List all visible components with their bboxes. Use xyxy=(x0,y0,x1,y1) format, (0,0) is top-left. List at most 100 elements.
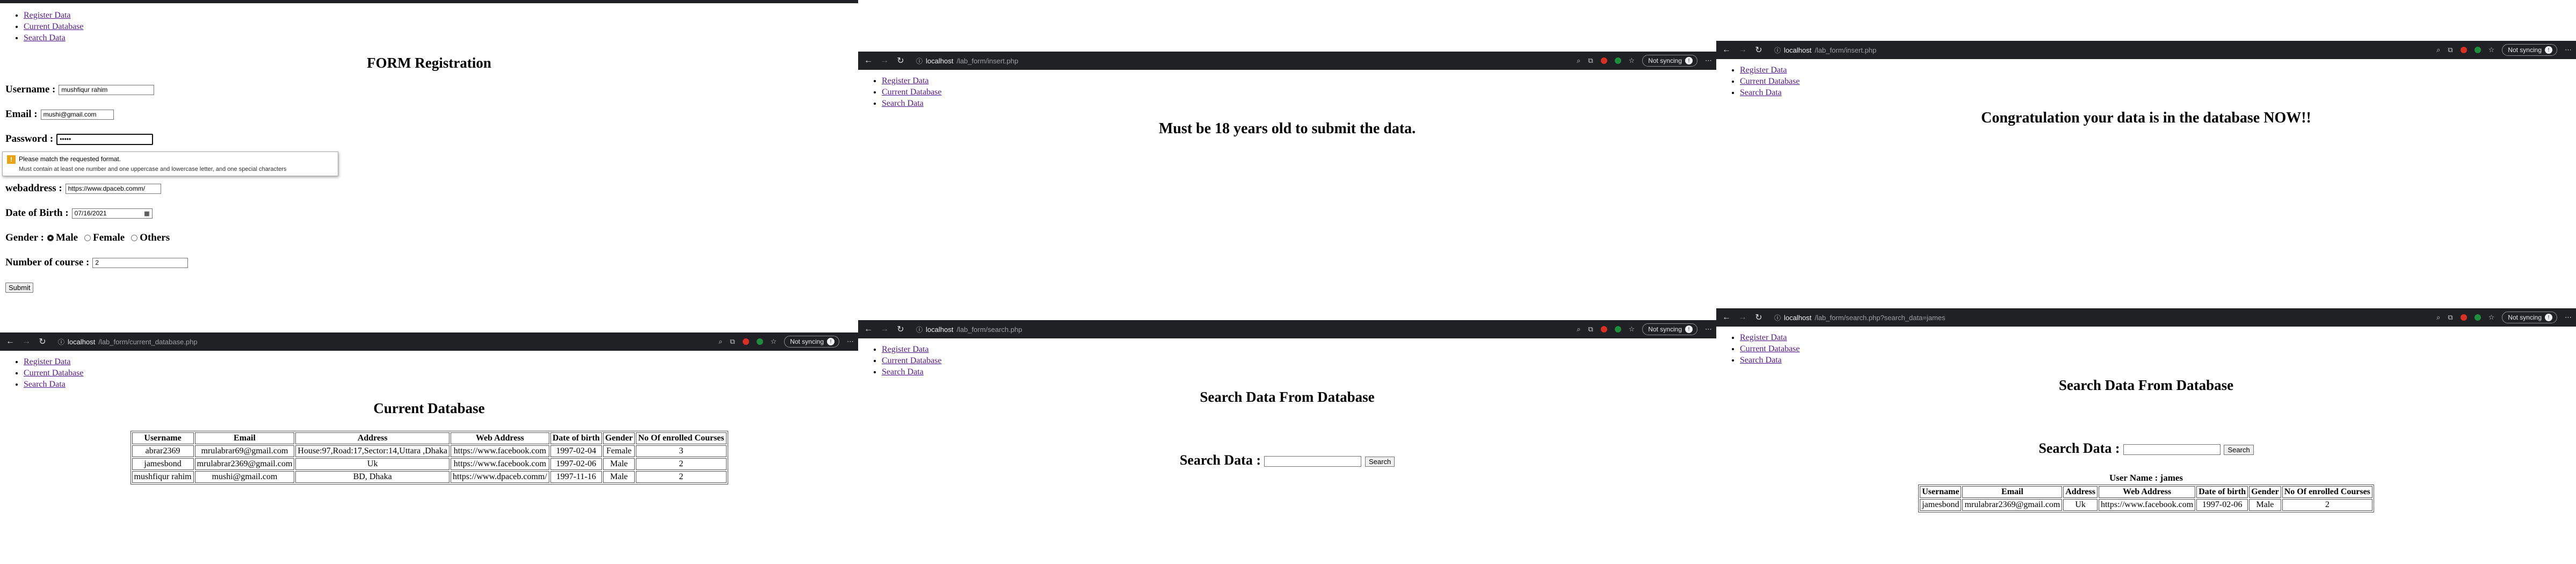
extensions-icon[interactable]: ⧉ xyxy=(730,337,735,346)
reload-icon[interactable]: ↻ xyxy=(37,336,48,347)
nav-search-link[interactable]: Search Data xyxy=(882,99,924,108)
extension-green-icon[interactable] xyxy=(2474,47,2481,53)
search-button[interactable]: Search xyxy=(2224,444,2254,455)
browser-toolbar: ← → ↻ ⓘ localhost/lab_form/insert.php ⌕ … xyxy=(858,52,1716,70)
info-icon: ⓘ xyxy=(58,338,65,346)
favorites-icon[interactable]: ☆ xyxy=(1629,325,1635,334)
address-bar[interactable]: ⓘ localhost/lab_form/insert.php xyxy=(916,56,1577,66)
favorites-icon[interactable]: ☆ xyxy=(2488,313,2495,322)
nav-register-link[interactable]: Register Data xyxy=(24,357,71,366)
email-label: Email : xyxy=(5,109,38,120)
nav-search-link[interactable]: Search Data xyxy=(1740,88,1782,97)
nav-search-link[interactable]: Search Data xyxy=(24,380,66,389)
extension-red-icon[interactable] xyxy=(742,338,749,345)
zoom-icon[interactable]: ⌕ xyxy=(2436,46,2440,54)
extensions-icon[interactable]: ⧉ xyxy=(2448,313,2452,322)
nav-register-link[interactable]: Register Data xyxy=(882,345,929,354)
sync-button[interactable]: Not syncing! xyxy=(2502,312,2557,323)
zoom-icon[interactable]: ⌕ xyxy=(1577,56,1580,65)
nav-current-db-link[interactable]: Current Database xyxy=(24,368,84,378)
submit-button[interactable]: Submit xyxy=(5,283,34,293)
table-cell: mrulabrar2369@gmail.com xyxy=(194,458,295,470)
menu-icon[interactable]: ⋯ xyxy=(847,337,854,346)
search-input[interactable] xyxy=(2123,444,2221,455)
forward-icon[interactable]: → xyxy=(879,324,890,334)
back-icon[interactable]: ← xyxy=(862,324,874,334)
nav-register-link[interactable]: Register Data xyxy=(1740,66,1787,75)
reload-icon[interactable]: ↻ xyxy=(1753,312,1765,323)
nav-list: Register Data Current Database Search Da… xyxy=(0,356,858,390)
reload-icon[interactable]: ↻ xyxy=(895,324,906,335)
extension-red-icon[interactable] xyxy=(1600,326,1607,332)
sync-button[interactable]: Not syncing! xyxy=(1642,55,1697,67)
menu-icon[interactable]: ⋯ xyxy=(2565,313,2572,322)
sync-button[interactable]: Not syncing! xyxy=(2502,44,2557,56)
nav-register-link[interactable]: Register Data xyxy=(1740,333,1787,342)
web-input[interactable] xyxy=(65,183,161,194)
address-bar[interactable]: ⓘ localhost/lab_form/insert.php xyxy=(1774,46,2436,55)
favorites-icon[interactable]: ☆ xyxy=(2488,46,2495,54)
back-icon[interactable]: ← xyxy=(1721,45,1732,55)
address-bar[interactable]: ⓘ localhost/lab_form/current_database.ph… xyxy=(58,337,719,346)
extension-green-icon[interactable] xyxy=(1614,57,1621,64)
reload-icon[interactable]: ↻ xyxy=(1753,45,1765,55)
back-icon[interactable]: ← xyxy=(862,56,874,66)
dob-value: 07/16/2021 xyxy=(74,209,107,217)
dob-input[interactable]: 07/16/2021 ▦ xyxy=(71,208,153,219)
nav-search-link[interactable]: Search Data xyxy=(1740,356,1782,365)
zoom-icon[interactable]: ⌕ xyxy=(719,337,722,346)
nav-current-db-link[interactable]: Current Database xyxy=(882,356,942,365)
address-bar[interactable]: ⓘ localhost/lab_form/search.php xyxy=(916,325,1577,334)
gender-others-radio[interactable]: Others xyxy=(131,232,170,244)
forward-icon[interactable]: → xyxy=(1737,313,1748,322)
gender-female-radio[interactable]: Female xyxy=(84,232,125,244)
extensions-icon[interactable]: ⧉ xyxy=(2448,46,2452,54)
extension-green-icon[interactable] xyxy=(756,338,763,345)
menu-icon[interactable]: ⋯ xyxy=(2565,46,2572,54)
forward-icon[interactable]: → xyxy=(1737,45,1748,55)
menu-icon[interactable]: ⋯ xyxy=(1705,325,1712,334)
sync-button[interactable]: Not syncing! xyxy=(784,336,839,348)
table-row: mushfiqur rahim mushi@gmail.com BD, Dhaka h… xyxy=(132,471,727,483)
forward-icon[interactable]: → xyxy=(879,56,890,66)
email-input[interactable] xyxy=(40,109,114,120)
calendar-icon[interactable]: ▦ xyxy=(144,210,149,217)
nav-current-db-link[interactable]: Current Database xyxy=(24,22,84,31)
sync-button[interactable]: Not syncing! xyxy=(1642,323,1697,335)
password-input[interactable] xyxy=(56,133,154,145)
courses-input[interactable] xyxy=(92,257,188,268)
forward-icon[interactable]: → xyxy=(20,337,32,346)
extension-red-icon[interactable] xyxy=(1600,57,1607,64)
favorites-icon[interactable]: ☆ xyxy=(771,337,777,346)
zoom-icon[interactable]: ⌕ xyxy=(2436,313,2440,322)
nav-current-db-link[interactable]: Current Database xyxy=(882,88,942,97)
nav-current-db-link[interactable]: Current Database xyxy=(1740,77,1800,86)
menu-icon[interactable]: ⋯ xyxy=(1705,56,1712,65)
extension-green-icon[interactable] xyxy=(2474,314,2481,321)
username-input[interactable] xyxy=(59,84,155,95)
back-icon[interactable]: ← xyxy=(1721,313,1732,322)
search-input[interactable] xyxy=(1264,456,1362,467)
favorites-icon[interactable]: ☆ xyxy=(1629,56,1635,65)
extension-green-icon[interactable] xyxy=(1614,326,1621,332)
extension-red-icon[interactable] xyxy=(2460,314,2467,321)
address-bar[interactable]: ⓘ localhost/lab_form/search.php?search_d… xyxy=(1774,313,2436,322)
nav-register-link[interactable]: Register Data xyxy=(882,76,929,85)
table-cell: Female xyxy=(603,445,635,457)
error-message: Must be 18 years old to submit the data. xyxy=(1158,120,1416,137)
extension-red-icon[interactable] xyxy=(2460,47,2467,53)
nav-register-link[interactable]: Register Data xyxy=(24,11,71,20)
search-button[interactable]: Search xyxy=(1365,456,1395,467)
zoom-icon[interactable]: ⌕ xyxy=(1577,325,1580,334)
search-result-table: Username Email Address Web Address Date of b… xyxy=(1918,485,2374,512)
extensions-icon[interactable]: ⧉ xyxy=(1588,325,1593,334)
table-cell: 2 xyxy=(636,471,727,483)
nav-search-link[interactable]: Search Data xyxy=(882,367,924,377)
extensions-icon[interactable]: ⧉ xyxy=(1588,56,1593,65)
nav-search-link[interactable]: Search Data xyxy=(24,33,66,42)
reload-icon[interactable]: ↻ xyxy=(895,55,906,66)
back-icon[interactable]: ← xyxy=(4,337,16,346)
table-header-row: Username Email Address Web Address Date of b… xyxy=(1920,486,2372,498)
nav-current-db-link[interactable]: Current Database xyxy=(1740,344,1800,353)
gender-male-radio[interactable]: Male xyxy=(47,232,78,244)
